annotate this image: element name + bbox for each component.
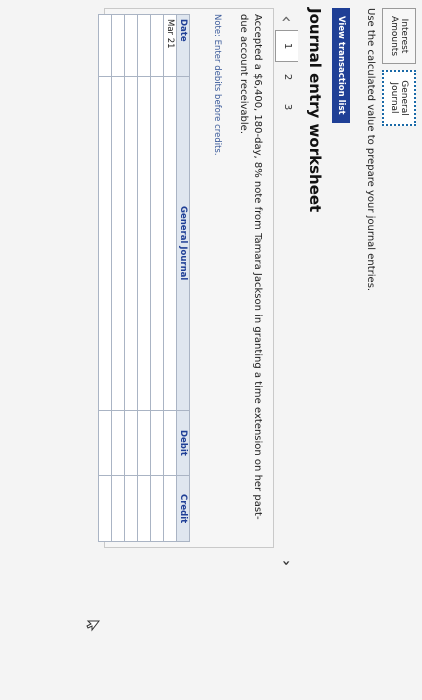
account-select-cell[interactable] bbox=[137, 76, 151, 411]
account-select-cell[interactable] bbox=[163, 76, 177, 411]
tab-interest-amounts[interactable]: Interest Amounts bbox=[382, 8, 416, 64]
instruction-text: Use the calculated value to prepare your… bbox=[365, 8, 376, 292]
debit-input-cell[interactable] bbox=[124, 410, 138, 476]
view-transaction-list-button[interactable]: View transaction list bbox=[332, 8, 350, 123]
pager: ‹ 1 2 3 bbox=[274, 8, 300, 122]
date-cell bbox=[124, 14, 138, 77]
table-row bbox=[111, 14, 125, 542]
col-credit: Credit bbox=[176, 475, 190, 542]
page-3[interactable]: 3 bbox=[276, 92, 298, 122]
table-row bbox=[124, 14, 138, 542]
credit-input-cell[interactable] bbox=[124, 475, 138, 542]
tab-line2: Journal bbox=[389, 82, 399, 114]
credit-input-cell[interactable] bbox=[163, 475, 177, 542]
table-row bbox=[150, 14, 164, 542]
tab-line1: General bbox=[399, 80, 409, 116]
worksheet-title: Journal entry worksheet bbox=[306, 8, 324, 213]
tab-bar: Interest Amounts General Journal bbox=[382, 8, 416, 126]
tab-line2: Amounts bbox=[389, 15, 399, 57]
date-cell bbox=[150, 14, 164, 77]
account-select-cell[interactable] bbox=[111, 76, 125, 411]
col-general-journal: General Journal bbox=[176, 76, 190, 411]
credit-input-cell[interactable] bbox=[137, 475, 151, 542]
date-cell: Mar 21 bbox=[163, 14, 177, 77]
page-2[interactable]: 2 bbox=[276, 62, 298, 92]
date-cell bbox=[111, 14, 125, 77]
account-select-cell[interactable] bbox=[98, 76, 112, 411]
credit-input-cell[interactable] bbox=[98, 475, 112, 542]
col-date: Date bbox=[176, 14, 190, 77]
debit-input-cell[interactable] bbox=[163, 410, 177, 476]
transaction-description: Accepted a $6,400, 180-day, 8% note from… bbox=[238, 14, 263, 520]
credit-input-cell[interactable] bbox=[111, 475, 125, 542]
account-select-cell[interactable] bbox=[124, 76, 138, 411]
tab-general-journal[interactable]: General Journal bbox=[382, 70, 416, 126]
date-cell bbox=[98, 14, 112, 77]
page-1[interactable]: 1 bbox=[275, 30, 299, 62]
journal-entry-page: Interest Amounts General Journal Use the c… bbox=[0, 0, 422, 700]
journal-body: Mar 21 bbox=[98, 14, 177, 542]
mouse-pointer-icon bbox=[86, 620, 100, 632]
account-select-cell[interactable] bbox=[150, 76, 164, 411]
table-row bbox=[98, 14, 112, 542]
chevron-right-icon[interactable]: › bbox=[278, 560, 294, 566]
debit-input-cell[interactable] bbox=[137, 410, 151, 476]
debit-input-cell[interactable] bbox=[98, 410, 112, 476]
tab-line1: Interest bbox=[399, 18, 409, 54]
debit-input-cell[interactable] bbox=[111, 410, 125, 476]
debit-credit-note: Note: Enter debits before credits. bbox=[212, 14, 222, 156]
credit-input-cell[interactable] bbox=[150, 475, 164, 542]
table-row: Mar 21 bbox=[163, 14, 177, 542]
date-cell bbox=[137, 14, 151, 77]
table-row bbox=[137, 14, 151, 542]
col-debit: Debit bbox=[176, 410, 190, 476]
debit-input-cell[interactable] bbox=[150, 410, 164, 476]
chevron-left-icon[interactable]: ‹ bbox=[277, 8, 298, 30]
journal-table: Date General Journal Debit Credit Mar 21 bbox=[98, 14, 190, 542]
